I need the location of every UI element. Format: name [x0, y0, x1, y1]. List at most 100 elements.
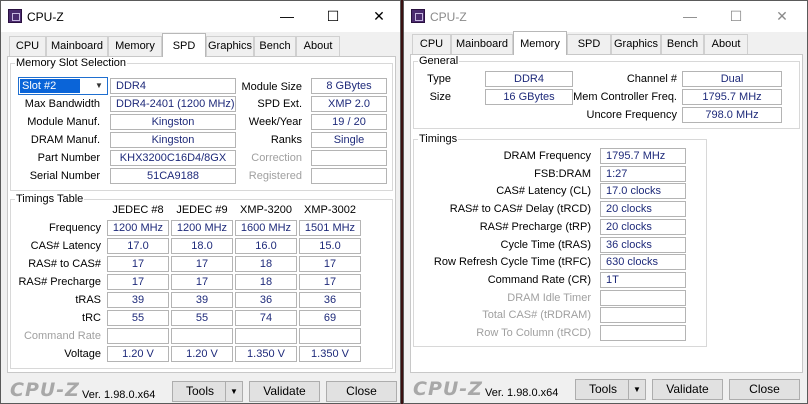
timings-column-header: XMP-3002: [304, 204, 356, 216]
timings-cell: 36: [235, 292, 297, 308]
timings-column-header: JEDEC #9: [176, 204, 228, 216]
dram-manuf-label: DRAM Manuf.: [30, 134, 100, 146]
tab-mainboard[interactable]: Mainboard: [46, 36, 108, 56]
cpuz-logo: CPU-Z: [413, 378, 483, 400]
tab-memory[interactable]: Memory: [513, 31, 567, 55]
tab-graphics[interactable]: Graphics: [611, 34, 661, 54]
tools-button[interactable]: Tools ▼: [172, 381, 243, 402]
timings-cell: 1.350 V: [299, 346, 361, 362]
uncore-freq-label: Uncore Frequency: [586, 109, 678, 121]
timings-row-label: tRAS: [75, 294, 101, 306]
module-type-value: DDR4: [110, 78, 236, 94]
tab-memory[interactable]: Memory: [108, 36, 162, 56]
timings-row-value: 1:27: [600, 165, 686, 182]
window-title: CPU-Z: [27, 10, 64, 24]
group-title: Timings: [418, 133, 459, 146]
correction-label: Correction: [251, 152, 302, 164]
tab-graphics[interactable]: Graphics: [206, 36, 254, 56]
week-year-value: 19 / 20: [311, 114, 387, 130]
timings-row-label: RAS# Precharge: [18, 276, 101, 288]
tab-bench[interactable]: Bench: [254, 36, 296, 56]
timings-cell: 1600 MHz: [235, 220, 297, 236]
uncore-freq-value: 798.0 MHz: [682, 107, 782, 123]
tab-about[interactable]: About: [296, 36, 340, 56]
memory-panel: General Type DDR4 Size 16 GBytes Channel…: [410, 54, 803, 373]
timings-row-value: 1T: [600, 271, 686, 288]
tools-button-label: Tools: [588, 382, 617, 396]
max-bandwidth-value: DDR4-2401 (1200 MHz): [110, 96, 236, 112]
cpuz-app-icon: [8, 9, 22, 23]
ranks-label: Ranks: [270, 134, 302, 146]
timings-cell: 1.20 V: [171, 346, 233, 362]
timings-row-label: Cycle Time (tRAS): [500, 238, 591, 251]
close-icon[interactable]: ✕: [356, 1, 402, 32]
chevron-down-icon[interactable]: ▼: [225, 382, 242, 401]
group-title: Timings Table: [15, 193, 85, 206]
timings-row-label: tRC: [82, 312, 101, 324]
tab-cpu[interactable]: CPU: [412, 34, 451, 54]
timings-cell: 17: [171, 274, 233, 290]
maximize-icon[interactable]: ☐: [310, 1, 356, 32]
correction-value: [311, 150, 387, 166]
title-bar[interactable]: CPU-Z — ☐ ✕: [1, 1, 400, 32]
tools-button[interactable]: Tools ▼: [575, 379, 646, 400]
channel-value: Dual: [682, 71, 782, 87]
timings-row-value: [600, 325, 686, 341]
general-group: General Type DDR4 Size 16 GBytes Channel…: [413, 55, 800, 129]
timings-row-label: Total CAS# (tRDRAM): [482, 309, 591, 322]
tab-cpu[interactable]: CPU: [9, 36, 46, 56]
slot-select[interactable]: Slot #2 ▼: [18, 77, 108, 95]
timings-cell: 17: [107, 256, 169, 272]
validate-button[interactable]: Validate: [249, 381, 320, 402]
slot-select-value: Slot #2: [20, 79, 80, 93]
week-year-label: Week/Year: [248, 116, 302, 128]
size-label: Size: [429, 91, 451, 103]
timings-cell: [171, 328, 233, 344]
timings-row-value: [600, 307, 686, 324]
minimize-icon[interactable]: —: [264, 1, 310, 32]
cpuz-app-icon: [411, 9, 425, 23]
timings-row-value: [600, 289, 686, 306]
tab-spd[interactable]: SPD: [567, 34, 611, 54]
timings-group: Timings DRAM Frequency 1795.7 MHz FSB:DRAM…: [413, 133, 707, 347]
module-size-value: 8 GBytes: [311, 78, 387, 94]
part-number-label: Part Number: [37, 152, 100, 164]
tab-mainboard[interactable]: Mainboard: [451, 34, 513, 54]
module-manuf-value: Kingston: [110, 114, 236, 130]
timings-cell: 16.0: [235, 238, 297, 254]
tab-about[interactable]: About: [704, 34, 748, 54]
minimize-icon[interactable]: —: [667, 1, 713, 32]
timings-cell: 55: [171, 310, 233, 326]
cpuz-logo: CPU-Z: [10, 379, 80, 401]
timings-row-label: DRAM Frequency: [503, 150, 591, 162]
timings-row-value: 20 clocks: [600, 201, 686, 218]
spd-ext-value: XMP 2.0: [311, 96, 387, 112]
maximize-icon[interactable]: ☐: [713, 1, 759, 32]
group-title: General: [418, 55, 460, 68]
timings-row-value: 17.0 clocks: [600, 183, 686, 200]
timings-cell: 17: [299, 256, 361, 272]
timings-row-label: Command Rate (CR): [487, 273, 591, 286]
timings-row-label: CAS# Latency (CL): [496, 185, 591, 198]
close-button[interactable]: Close: [729, 379, 800, 400]
dram-manuf-value: Kingston: [110, 132, 236, 148]
timings-row-label: RAS# to CAS#: [28, 258, 101, 270]
mem-ctrl-freq-value: 1795.7 MHz: [682, 89, 782, 105]
timings-row-label: RAS# to CAS# Delay (tRCD): [449, 203, 591, 216]
validate-button[interactable]: Validate: [652, 379, 723, 400]
close-icon[interactable]: ✕: [759, 1, 805, 32]
timings-cell: 1200 MHz: [107, 220, 169, 236]
tab-bench[interactable]: Bench: [661, 34, 704, 54]
tab-spd[interactable]: SPD: [162, 33, 206, 57]
module-manuf-label: Module Manuf.: [27, 116, 100, 128]
timings-column-header: XMP-3200: [240, 204, 292, 216]
chevron-down-icon[interactable]: ▼: [628, 380, 645, 399]
timings-row-label: Frequency: [49, 222, 101, 234]
type-value: DDR4: [485, 71, 573, 87]
chevron-down-icon: ▼: [95, 81, 103, 90]
title-bar[interactable]: CPU-Z — ☐ ✕: [404, 1, 807, 32]
timings-cell: [235, 328, 297, 344]
close-button[interactable]: Close: [326, 381, 397, 402]
version-label: Ver. 1.98.0.x64: [82, 389, 156, 401]
serial-number-label: Serial Number: [29, 170, 100, 182]
